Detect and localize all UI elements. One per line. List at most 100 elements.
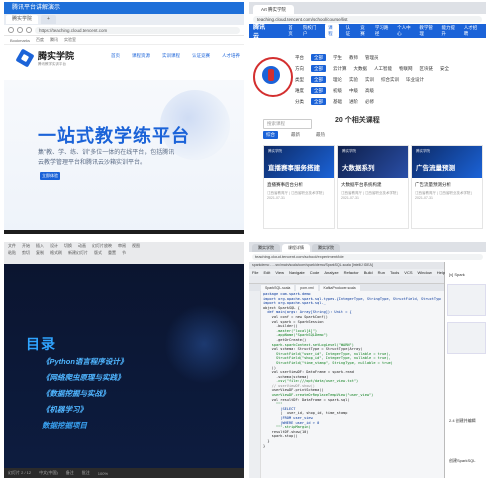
- url-input[interactable]: teaching.cloud.tencent.com/school/experi…: [252, 253, 483, 260]
- nav-item-certification[interactable]: 认证竞赛: [192, 53, 210, 59]
- ribbon-command[interactable]: 剪切: [22, 250, 30, 256]
- ribbon-tab[interactable]: 审阅: [118, 243, 126, 249]
- filter-option[interactable]: 中级: [349, 88, 358, 94]
- filter-option[interactable]: 实验: [349, 77, 358, 83]
- notes-button[interactable]: 备注: [66, 470, 74, 476]
- ribbon-tab[interactable]: 幻灯片放映: [92, 243, 112, 249]
- filter-option[interactable]: 安全: [440, 66, 449, 72]
- nav-item-practice[interactable]: 实训课程: [162, 53, 180, 59]
- nav-item[interactable]: 认证: [346, 25, 354, 37]
- nav-item[interactable]: 学习路径: [375, 25, 390, 37]
- nav-item[interactable]: 首页: [288, 25, 296, 37]
- filter-option[interactable]: 管理员: [365, 55, 379, 61]
- bookmark-item[interactable]: Bookmarks: [10, 38, 30, 43]
- sort-tab[interactable]: 综合: [263, 131, 278, 139]
- nav-item-talent[interactable]: 人才培养: [222, 53, 240, 59]
- filter-option[interactable]: 大数据: [354, 66, 368, 72]
- ribbon-command[interactable]: 格式刷: [50, 250, 62, 256]
- menu-item[interactable]: Edit: [263, 270, 270, 275]
- menu-item[interactable]: View: [275, 270, 284, 275]
- ribbon-command[interactable]: 重置: [108, 250, 116, 256]
- filter-option[interactable]: 云计算: [333, 66, 347, 72]
- bookmark-item[interactable]: 实验室: [64, 37, 76, 43]
- filter-option[interactable]: 综合实训: [381, 77, 399, 83]
- filter-option[interactable]: 人工智能: [374, 66, 392, 72]
- ribbon-tab[interactable]: 开始: [22, 243, 30, 249]
- menu-item[interactable]: Tools: [390, 270, 399, 275]
- editor-tab[interactable]: KafkaProducer.scala: [319, 285, 360, 291]
- editor-tab[interactable]: SparkSQL.scala: [261, 285, 295, 291]
- logo[interactable]: 腾实学院 腾讯教学实训平台: [38, 49, 74, 67]
- url-input[interactable]: teaching.cloud.tencent.com/school/course…: [253, 15, 482, 23]
- ribbon-tab[interactable]: 切换: [64, 243, 72, 249]
- bookmark-item[interactable]: 百度: [36, 37, 44, 43]
- nav-item[interactable]: 教学管理: [419, 25, 434, 37]
- ribbon-command[interactable]: 节: [122, 250, 126, 256]
- browser-tab[interactable]: 腾实学院: [252, 244, 280, 252]
- brand-logo[interactable]: 腾讯云: [253, 22, 268, 40]
- new-tab-button[interactable]: +: [41, 15, 56, 24]
- bookmark-item[interactable]: 腾讯: [50, 37, 58, 43]
- menu-item[interactable]: Analyze: [324, 270, 338, 275]
- menu-item[interactable]: File: [252, 270, 258, 275]
- filter-option[interactable]: 教师: [349, 55, 358, 61]
- browser-tab-active[interactable]: 课程详情: [282, 244, 310, 252]
- nav-item[interactable]: 人才招聘: [464, 25, 479, 37]
- menu-item[interactable]: Code: [310, 270, 320, 275]
- ribbon-command[interactable]: 粘贴: [8, 250, 16, 256]
- ribbon-tab[interactable]: 插入: [36, 243, 44, 249]
- filter-option[interactable]: 初级: [333, 88, 342, 94]
- filter-option[interactable]: 毕业设计: [406, 77, 424, 83]
- ribbon-command[interactable]: 新建幻灯片: [68, 250, 88, 256]
- editor-tab[interactable]: pom.xml: [296, 285, 318, 291]
- zoom-level[interactable]: 100%: [98, 471, 108, 476]
- filter-option[interactable]: 基础: [333, 99, 342, 105]
- nav-item-home[interactable]: 首页: [111, 53, 120, 59]
- ribbon-tab[interactable]: 视图: [132, 243, 140, 249]
- browser-tab[interactable]: 腾实学院: [6, 15, 39, 24]
- code-editor[interactable]: package com.spark.demo import org.apache.…: [263, 292, 441, 448]
- filter-option[interactable]: 全部: [311, 87, 326, 94]
- filter-option[interactable]: 学生: [333, 55, 342, 61]
- filter-option[interactable]: 全部: [311, 54, 326, 61]
- sort-tab[interactable]: 最新: [288, 131, 303, 139]
- refresh-icon[interactable]: [26, 27, 32, 33]
- filter-option[interactable]: 全部: [311, 98, 326, 105]
- menu-item[interactable]: Refactor: [344, 270, 359, 275]
- filter-option[interactable]: 进阶: [349, 99, 358, 105]
- comments-button[interactable]: 批注: [82, 470, 90, 476]
- filter-option[interactable]: 理论: [333, 77, 342, 83]
- menu-item[interactable]: Help: [437, 270, 445, 275]
- course-card[interactable]: 腾实学院 直播赛事服务搭建 直播赛事后台分析 江西省教育厅 | 江西省职业技术学…: [263, 145, 335, 229]
- url-input[interactable]: https://teaching.cloud.tencent.com: [35, 26, 240, 34]
- filter-option[interactable]: 实训: [365, 77, 374, 83]
- nav-item-courses[interactable]: 课程资源: [132, 53, 150, 59]
- browser-tab[interactable]: Art 腾实学院: [253, 5, 295, 14]
- nav-item[interactable]: 个人中心: [397, 25, 412, 37]
- back-icon[interactable]: [8, 27, 14, 33]
- ribbon-command[interactable]: 版式: [94, 250, 102, 256]
- filter-option[interactable]: 全部: [311, 76, 326, 83]
- browser-tab[interactable]: 腾实学院: [312, 244, 340, 252]
- menu-item[interactable]: VCS: [404, 270, 412, 275]
- filter-option[interactable]: 必修: [365, 99, 374, 105]
- ribbon-tab[interactable]: 动画: [78, 243, 86, 249]
- filter-option[interactable]: 高级: [365, 88, 374, 94]
- code-line[interactable]: }: [263, 444, 441, 449]
- nav-item[interactable]: 院校门户: [303, 25, 318, 37]
- course-card[interactable]: 腾实学院 大数据系列 大数据平台系统构建 江西省教育厅 | 江西省职业技术学院 …: [337, 145, 409, 229]
- menu-item[interactable]: Navigate: [289, 270, 305, 275]
- course-card[interactable]: 腾实学院 广告流量预测 广告流量预测分析 江西省教育厅 | 江西省职业技术学院 …: [411, 145, 483, 229]
- ribbon-tab[interactable]: 文件: [8, 243, 16, 249]
- nav-item-courses-active[interactable]: 课程: [325, 24, 339, 38]
- filter-option[interactable]: 物联网: [399, 66, 413, 72]
- nav-item[interactable]: 能力提升: [442, 25, 457, 37]
- menu-item[interactable]: Run: [378, 270, 385, 275]
- sort-tab[interactable]: 最热: [313, 131, 328, 139]
- menu-item[interactable]: Window: [418, 270, 432, 275]
- nav-item[interactable]: 竞赛: [360, 25, 368, 37]
- menu-item[interactable]: Build: [364, 270, 373, 275]
- filter-option[interactable]: 全部: [311, 65, 326, 72]
- ribbon-tab[interactable]: 设计: [50, 243, 58, 249]
- course-search-input[interactable]: 搜索课程: [263, 119, 312, 129]
